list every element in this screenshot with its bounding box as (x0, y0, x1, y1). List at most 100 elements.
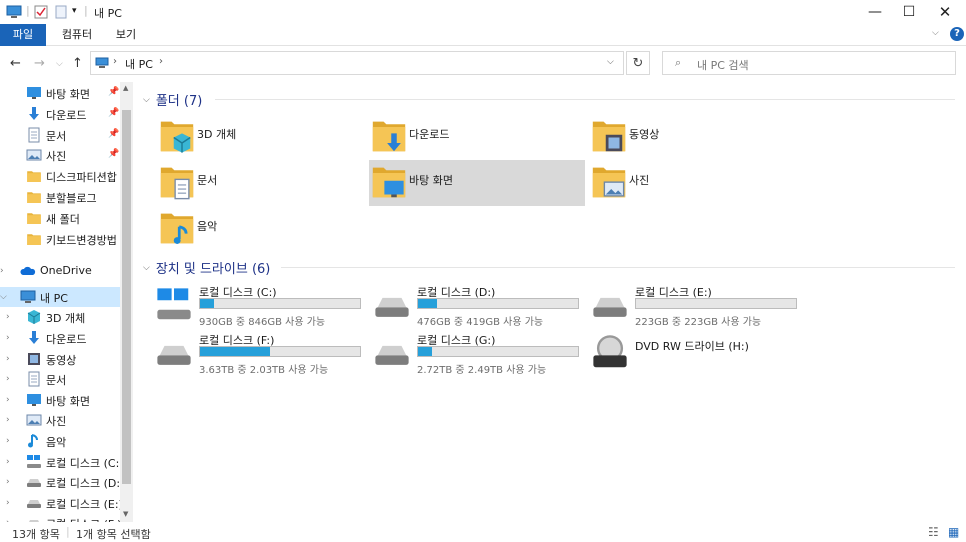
video-icon (26, 351, 42, 369)
this-pc-icon (6, 5, 22, 22)
nav-item-pc-child[interactable]: › 문서 (0, 369, 120, 389)
forward-button[interactable]: → (34, 56, 45, 71)
drive-free-space: 223GB 중 223GB 사용 가능 (635, 317, 762, 328)
details-view-icon[interactable]: ☷ (928, 525, 939, 539)
nav-item-label: 다운로드 (46, 108, 87, 122)
item-count: 13개 항목 (12, 528, 60, 541)
back-button[interactable]: ← (10, 56, 21, 71)
expand-icon[interactable]: › (0, 266, 4, 276)
drive-tile[interactable]: 로컬 디스크 (E:) 223GB 중 223GB 사용 가능 (591, 282, 801, 328)
nav-item-pc-child[interactable]: › 3D 개체 (0, 307, 120, 327)
expand-icon[interactable]: › (6, 395, 10, 405)
drive-icon (373, 286, 411, 327)
drive-icon (155, 334, 193, 375)
nav-item-label: 새 폴더 (46, 212, 80, 226)
nav-item-pc-child[interactable]: › 바탕 화면 (0, 390, 120, 410)
nav-item-quick[interactable]: 사진 📌 (0, 145, 120, 165)
nav-item-pc-child[interactable]: › 로컬 디스크 (C:) (0, 452, 120, 472)
pictures-icon (603, 178, 625, 203)
customize-toolbar-icon[interactable]: ▾ (72, 6, 77, 16)
folder-tile[interactable]: 다운로드 (369, 114, 585, 160)
expand-icon[interactable]: › (6, 333, 10, 343)
address-bar[interactable]: › 내 PC › ⌵ (90, 51, 624, 75)
folder-tile[interactable]: 바탕 화면 (369, 160, 585, 206)
tab-file[interactable]: 파일 (0, 24, 46, 46)
document-icon (26, 371, 42, 389)
drive-icon (591, 286, 629, 327)
nav-item-label: 동영상 (46, 353, 77, 367)
help-icon[interactable]: ? (950, 27, 964, 41)
group-title: 폴더 (7) (155, 94, 203, 109)
drive-tile[interactable]: 로컬 디스크 (D:) 476GB 중 419GB 사용 가능 (373, 282, 583, 328)
breadcrumb-separator-icon[interactable]: › (113, 56, 117, 67)
drive-tile[interactable]: 로컬 디스크 (G:) 2.72TB 중 2.49TB 사용 가능 (373, 330, 583, 376)
folder-tile[interactable]: 동영상 (589, 114, 805, 160)
expand-icon[interactable]: › (6, 436, 10, 446)
search-input[interactable]: ⌕ 내 PC 검색 (662, 51, 956, 75)
pin-icon: 📌 (108, 107, 120, 118)
drive-icon (373, 334, 411, 375)
nav-item-quick[interactable]: 분할블로그 (0, 187, 120, 207)
expand-icon[interactable]: › (6, 374, 10, 384)
new-folder-icon[interactable] (54, 5, 68, 22)
refresh-button[interactable]: ↻ (626, 51, 650, 75)
address-dropdown-icon[interactable]: ⌵ (607, 57, 614, 67)
nav-item-pc-child[interactable]: › 음악 (0, 431, 120, 451)
folder-icon (26, 210, 42, 228)
recent-locations-icon[interactable]: ⌵ (56, 59, 63, 69)
nav-item-pc-child[interactable]: › 로컬 디스크 (E:) (0, 493, 120, 513)
close-button[interactable]: ✕ (928, 0, 962, 24)
expand-icon[interactable]: › (6, 354, 10, 364)
expand-icon[interactable]: › (6, 312, 10, 322)
nav-item-pc-child[interactable]: ›로컬 디스크 (F:) (0, 513, 120, 522)
up-button[interactable]: ↑ (72, 56, 83, 71)
group-header-drives[interactable]: ⌵ 장치 및 드라이브 (6) (143, 258, 270, 277)
minimize-button[interactable]: — (858, 0, 892, 24)
nav-item-label: 다운로드 (46, 333, 87, 346)
scroll-up-icon[interactable]: ▲ (123, 84, 128, 92)
nav-item-quick[interactable]: 새 폴더 (0, 208, 120, 228)
properties-icon[interactable] (34, 5, 48, 22)
folder-name: 음악 (197, 220, 218, 233)
tab-computer[interactable]: 컴퓨터 (52, 24, 102, 46)
nav-item-pc-child[interactable]: › 동영상 (0, 349, 120, 369)
nav-item-this-pc[interactable]: ⌵ 내 PC (0, 287, 120, 308)
group-header-folders[interactable]: ⌵ 폴더 (7) (143, 90, 202, 109)
maximize-button[interactable]: ☐ (892, 0, 926, 24)
nav-item-quick[interactable]: 다운로드 📌 (0, 104, 120, 124)
breadcrumb-this-pc[interactable]: 내 PC (125, 56, 153, 72)
nav-item-quick[interactable]: 문서 📌 (0, 125, 120, 145)
breadcrumb-separator-icon[interactable]: › (159, 56, 163, 67)
nav-item-quick[interactable]: 키보드변경방법 (0, 229, 120, 249)
nav-item-pc-child[interactable]: › 사진 (0, 410, 120, 430)
folder-tile[interactable]: 음악 (157, 206, 373, 252)
expand-icon[interactable]: › (6, 415, 10, 425)
drive-icon (26, 495, 42, 513)
drive-tile[interactable]: DVD RW 드라이브 (H:) (591, 330, 801, 374)
folder-tile[interactable]: 3D 개체 (157, 114, 373, 160)
status-bar: 13개 항목 | 1개 항목 선택함 ☷ ▦ (0, 522, 966, 542)
nav-scrollbar[interactable]: ▲ ▼ (120, 82, 133, 522)
expand-icon[interactable]: ⌵ (0, 292, 7, 302)
tab-view[interactable]: 보기 (106, 24, 146, 46)
nav-item-label: 키보드변경방법 (46, 233, 117, 247)
folder-tile[interactable]: 문서 (157, 160, 373, 206)
drive-tile[interactable]: 로컬 디스크 (F:) 3.63TB 중 2.03TB 사용 가능 (155, 330, 365, 376)
collapse-ribbon-icon[interactable]: ⌵ (932, 28, 939, 38)
drive-tile[interactable]: 로컬 디스크 (C:) 930GB 중 846GB 사용 가능 (155, 282, 365, 328)
expand-icon[interactable]: › (6, 498, 10, 508)
nav-item-pc-child[interactable]: › 다운로드 (0, 328, 120, 348)
folder-tile[interactable]: 사진 (589, 160, 805, 206)
nav-item-quick[interactable]: 디스크파티션합 (0, 166, 120, 186)
scroll-down-icon[interactable]: ▼ (123, 510, 128, 518)
expand-icon[interactable]: › (6, 477, 10, 487)
nav-item-label: 로컬 디스크 (D:) (46, 477, 120, 491)
nav-item-onedrive[interactable]: › OneDrive (0, 261, 120, 281)
nav-item-quick[interactable]: 바탕 화면 📌 (0, 83, 120, 103)
music-icon (171, 224, 193, 249)
large-icons-view-icon[interactable]: ▦ (948, 525, 959, 539)
ribbon-tabs: 파일 컴퓨터 보기 ⌵ ? (0, 24, 966, 46)
nav-item-pc-child[interactable]: › 로컬 디스크 (D:) (0, 472, 120, 492)
scrollbar-thumb[interactable] (122, 110, 131, 484)
expand-icon[interactable]: › (6, 457, 10, 467)
